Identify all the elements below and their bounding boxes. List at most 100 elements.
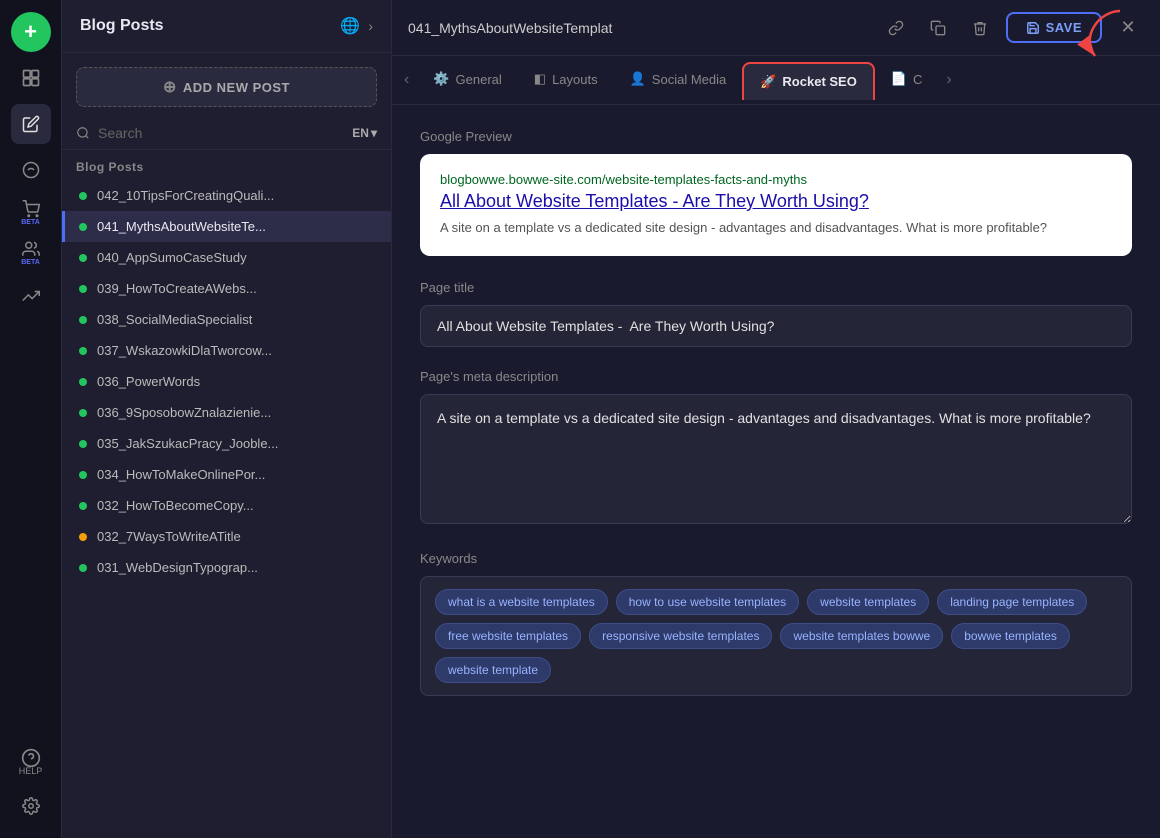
post-status-dot — [79, 254, 87, 262]
chevron-right-icon[interactable]: › — [368, 18, 373, 34]
post-name: 042_10TipsForCreatingQuali... — [97, 188, 274, 203]
icon-bar: + BE — [0, 0, 62, 838]
post-name: 036_9SposobowZnalazieniе... — [97, 405, 271, 420]
settings-icon[interactable] — [11, 786, 51, 826]
tab-layouts[interactable]: ◧ Layouts — [518, 59, 614, 101]
post-name: 031_WebDesignTypograp... — [97, 560, 258, 575]
post-status-dot — [79, 378, 87, 386]
design-icon[interactable] — [11, 150, 51, 190]
delete-icon[interactable] — [964, 12, 996, 44]
list-item[interactable]: 042_10TipsForCreatingQuali... — [62, 180, 391, 211]
add-new-post-button[interactable]: ⊕ ADD NEW POST — [76, 67, 377, 107]
keyword-tag[interactable]: responsive website templates — [589, 623, 772, 649]
topbar: 041_MythsAboutWebsiteTemplat SAVE — [392, 0, 1160, 56]
post-status-dot — [79, 533, 87, 541]
page-title-input[interactable] — [420, 305, 1132, 347]
post-name: 039_HowToCreateAWebs... — [97, 281, 257, 296]
keywords-label: Keywords — [420, 551, 1132, 566]
post-name: 040_AppSumoCaseStudy — [97, 250, 247, 265]
keyword-tag[interactable]: website templates bowwe — [780, 623, 943, 649]
keyword-tag[interactable]: what is a website templates — [435, 589, 608, 615]
post-list: 042_10TipsForCreatingQuali... 041_MythsA… — [62, 180, 391, 838]
list-item[interactable]: 039_HowToCreateAWebs... — [62, 273, 391, 304]
edit-icon[interactable] — [11, 104, 51, 144]
tab-general[interactable]: ⚙️ General — [417, 59, 517, 101]
post-name: 035_JakSzukacPracy_Jooble... — [97, 436, 278, 451]
language-selector[interactable]: EN ▾ — [352, 126, 377, 140]
meta-desc-input[interactable]: A site on a template vs a dedicated site… — [420, 394, 1132, 524]
search-icon — [76, 126, 90, 140]
tab-prev-button[interactable]: ‹ — [396, 56, 417, 104]
meta-desc-label: Page's meta description — [420, 369, 1132, 384]
keyword-tag[interactable]: bowwe templates — [951, 623, 1070, 649]
post-status-dot — [79, 316, 87, 324]
social-media-icon: 👤 — [630, 71, 646, 87]
keyword-tag[interactable]: website template — [435, 657, 551, 683]
tab-rocket-seo[interactable]: 🚀 Rocket SEO — [742, 62, 875, 100]
search-bar: EN ▾ — [62, 117, 391, 150]
list-item[interactable]: 041_MythsAboutWebsiteTe... — [62, 211, 391, 242]
post-name: 036_PowerWords — [97, 374, 200, 389]
layouts-icon: ◧ — [534, 71, 546, 87]
post-status-dot — [79, 502, 87, 510]
duplicate-icon[interactable] — [922, 12, 954, 44]
keywords-section: Keywords what is a website templates how … — [420, 551, 1132, 696]
tab-next-button[interactable]: › — [938, 56, 959, 104]
list-item[interactable]: 036_9SposobowZnalazieniе... — [62, 397, 391, 428]
analytics-icon[interactable] — [11, 276, 51, 316]
sidebar-section-label: Blog Posts — [62, 150, 391, 180]
post-name: 032_HowToBecomeCopy... — [97, 498, 254, 513]
keyword-tag[interactable]: free website templates — [435, 623, 581, 649]
pages-icon[interactable] — [11, 58, 51, 98]
post-status-dot — [79, 223, 87, 231]
list-item[interactable]: 032_HowToBecomeCopy... — [62, 490, 391, 521]
preview-title[interactable]: All About Website Templates - Are They W… — [440, 191, 1112, 212]
meta-desc-group: Page's meta description A site on a temp… — [420, 369, 1132, 529]
add-button[interactable]: + — [11, 12, 51, 52]
tab-c[interactable]: 📄 C — [875, 59, 939, 101]
post-status-dot — [79, 347, 87, 355]
add-new-label: ADD NEW POST — [183, 80, 290, 95]
link-icon[interactable] — [880, 12, 912, 44]
list-item[interactable]: 037_WskazowkiDlaTworcow... — [62, 335, 391, 366]
list-item[interactable]: 034_HowToMakeOnlinePor... — [62, 459, 391, 490]
globe-icon[interactable]: 🌐 — [340, 16, 360, 36]
preview-url: blogbowwe.bowwe-site.com/website-templat… — [440, 172, 1112, 187]
post-name: 038_SocialMediaSpecialist — [97, 312, 252, 327]
list-item[interactable]: 035_JakSzukacPracy_Jooble... — [62, 428, 391, 459]
close-button[interactable]: ✕ — [1112, 12, 1144, 44]
tab-social-media[interactable]: 👤 Social Media — [614, 59, 743, 101]
crm-icon[interactable]: BETA — [11, 236, 51, 270]
help-icon[interactable]: HELP — [11, 744, 51, 780]
post-name: 032_7WaysToWriteATitle — [97, 529, 241, 544]
help-label: HELP — [19, 766, 43, 776]
google-preview-label: Google Preview — [420, 129, 1132, 144]
list-item[interactable]: 031_WebDesignTypograp... — [62, 552, 391, 583]
list-item[interactable]: 032_7WaysToWriteATitle — [62, 521, 391, 552]
list-item[interactable]: 040_AppSumoCaseStudy — [62, 242, 391, 273]
page-title-group: Page title — [420, 280, 1132, 347]
post-status-dot — [79, 409, 87, 417]
main-panel: 041_MythsAboutWebsiteTemplat SAVE — [392, 0, 1160, 838]
post-status-dot — [79, 440, 87, 448]
rocket-seo-icon: 🚀 — [760, 74, 776, 90]
search-input[interactable] — [98, 125, 344, 141]
save-button[interactable]: SAVE — [1006, 12, 1102, 43]
keyword-tag[interactable]: landing page templates — [937, 589, 1087, 615]
sidebar: Blog Posts 🌐 › ⊕ ADD NEW POST EN ▾ Blog … — [62, 0, 392, 838]
post-name: 041_MythsAboutWebsiteTe... — [97, 219, 266, 234]
post-status-dot — [79, 192, 87, 200]
content-area: Google Preview blogbowwe.bowwe-site.com/… — [392, 105, 1160, 838]
list-item[interactable]: 036_PowerWords — [62, 366, 391, 397]
post-status-dot — [79, 285, 87, 293]
tabs-bar: ‹ ⚙️ General ◧ Layouts 👤 Social Media 🚀 … — [392, 56, 1160, 105]
sidebar-header: Blog Posts 🌐 › — [62, 0, 391, 53]
sidebar-title: Blog Posts — [80, 17, 164, 35]
keywords-container: what is a website templates how to use we… — [420, 576, 1132, 696]
keyword-tag[interactable]: website templates — [807, 589, 929, 615]
google-preview-card: blogbowwe.bowwe-site.com/website-templat… — [420, 154, 1132, 256]
list-item[interactable]: 038_SocialMediaSpecialist — [62, 304, 391, 335]
keyword-tag[interactable]: how to use website templates — [616, 589, 799, 615]
cart-icon[interactable]: BETA — [11, 196, 51, 230]
document-title: 041_MythsAboutWebsiteTemplat — [408, 20, 870, 36]
